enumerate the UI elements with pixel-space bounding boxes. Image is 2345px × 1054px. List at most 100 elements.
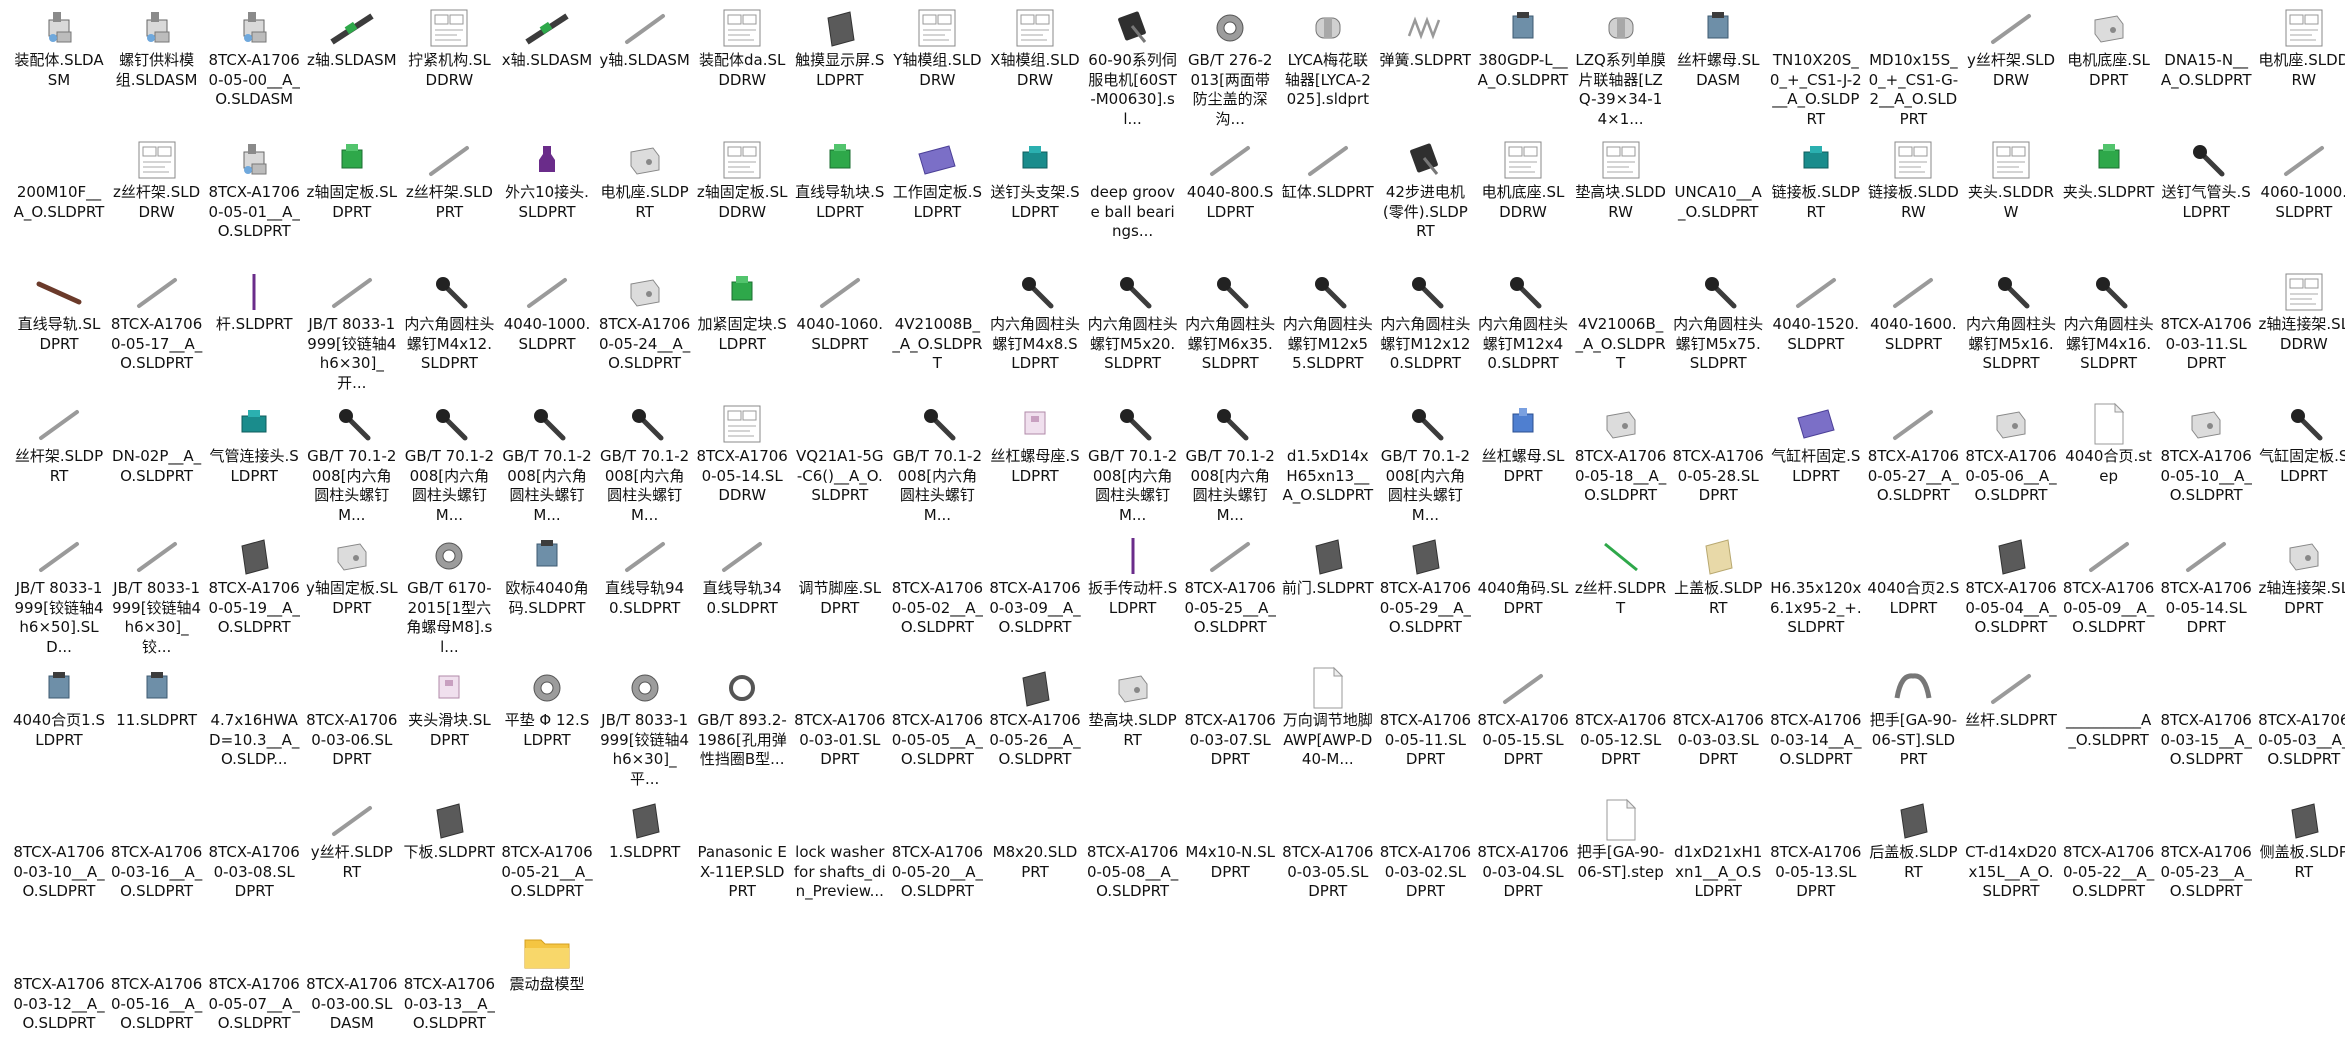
file-item[interactable]: 8TCX-A17060-05-01__A_O.SLDPRT xyxy=(208,136,300,262)
file-item[interactable]: 螺钉供料模组.SLDASM xyxy=(111,4,203,130)
file-item[interactable]: 8TCX-A17060-03-05.SLDPRT xyxy=(1282,796,1374,922)
file-item[interactable]: 4040-1600.SLDPRT xyxy=(1867,268,1959,394)
file-item[interactable]: 链接板.SLDDRW xyxy=(1867,136,1959,262)
file-item[interactable]: 外六10接头.SLDPRT xyxy=(501,136,593,262)
file-item[interactable]: 8TCX-A17060-05-20__A_O.SLDPRT xyxy=(891,796,983,922)
file-item[interactable]: 拧紧机构.SLDDRW xyxy=(403,4,495,130)
file-item[interactable]: MD10x15S_0_+_CS1-G-2__A_O.SLDPRT xyxy=(1867,4,1959,130)
file-item[interactable]: z丝杆架.SLDPRT xyxy=(403,136,495,262)
file-item[interactable]: 8TCX-A17060-05-29__A_O.SLDPRT xyxy=(1379,532,1471,658)
file-item[interactable]: 万向调节地脚AWP[AWP-D40-M... xyxy=(1282,664,1374,790)
file-item[interactable]: 8TCX-A17060-05-13.SLDPRT xyxy=(1770,796,1862,922)
file-item[interactable]: 直线导轨.SLDPRT xyxy=(13,268,105,394)
file-item[interactable]: 侧盖板.SLDPRT xyxy=(2258,796,2345,922)
file-item[interactable]: 8TCX-A17060-03-03.SLDPRT xyxy=(1672,664,1764,790)
file-item[interactable]: 气管连接头.SLDPRT xyxy=(208,400,300,526)
file-item[interactable]: 直线导轨940.SLDPRT xyxy=(599,532,691,658)
file-item[interactable]: 送钉头支架.SLDPRT xyxy=(989,136,1081,262)
file-item[interactable]: GB∕T 70.1-2008[内六角圆柱头螺钉M... xyxy=(306,400,398,526)
file-item[interactable]: 8TCX-A17060-05-04__A_O.SLDPRT xyxy=(1965,532,2057,658)
file-item[interactable]: d1xD21xH1xn1__A_O.SLDPRT xyxy=(1672,796,1764,922)
file-item[interactable]: 8TCX-A17060-05-14.SLDPRT xyxy=(2160,532,2252,658)
file-item[interactable]: 把手[GA-90-06-ST].SLDPRT xyxy=(1867,664,1959,790)
file-item[interactable]: 4040-1060.SLDPRT xyxy=(794,268,886,394)
file-item[interactable]: 8TCX-A17060-05-16__A_O.SLDPRT xyxy=(111,928,203,1054)
file-item[interactable]: d1.5xD14xH65xn13__A_O.SLDPRT xyxy=(1282,400,1374,526)
file-item[interactable]: 4040合页1.SLDPRT xyxy=(13,664,105,790)
file-item[interactable]: 弹簧.SLDPRT xyxy=(1379,4,1471,130)
file-item[interactable]: z丝杆.SLDPRT xyxy=(1575,532,1667,658)
file-item[interactable]: 8TCX-A17060-05-23__A_O.SLDPRT xyxy=(2160,796,2252,922)
file-item[interactable]: 42步进电机(零件).SLDPRT xyxy=(1379,136,1471,262)
file-item[interactable]: 气缸固定板.SLDPRT xyxy=(2258,400,2345,526)
file-item[interactable]: 8TCX-A17060-03-07.SLDPRT xyxy=(1184,664,1276,790)
file-item[interactable]: z丝杆架.SLDDRW xyxy=(111,136,203,262)
file-item[interactable]: y丝杆.SLDPRT xyxy=(306,796,398,922)
file-item[interactable]: y轴.SLDASM xyxy=(599,4,691,130)
file-item[interactable]: z轴连接架.SLDPRT xyxy=(2258,532,2345,658)
file-item[interactable]: DN-02P__A_O.SLDPRT xyxy=(111,400,203,526)
file-item[interactable]: 电机底座.SLDDRW xyxy=(1477,136,1569,262)
file-item[interactable]: 60-90系列伺服电机[60ST-M00630].sl... xyxy=(1087,4,1179,130)
file-item[interactable]: 8TCX-A17060-03-06.SLDPRT xyxy=(306,664,398,790)
file-item[interactable]: DNA15-N__A_O.SLDPRT xyxy=(2160,4,2252,130)
file-item[interactable]: 4040-1000.SLDPRT xyxy=(501,268,593,394)
file-item[interactable]: 垫高块.SLDDRW xyxy=(1575,136,1667,262)
file-item[interactable]: 8TCX-A17060-05-18__A_O.SLDPRT xyxy=(1575,400,1667,526)
file-item[interactable]: 链接板.SLDPRT xyxy=(1770,136,1862,262)
file-item[interactable]: 电机座.SLDDRW xyxy=(2258,4,2345,130)
file-item[interactable]: z轴固定板.SLDDRW xyxy=(696,136,788,262)
file-item[interactable]: JB∕T 8033-1999[铰链轴4h6×30]_铰... xyxy=(111,532,203,658)
file-item[interactable]: 电机底座.SLDPRT xyxy=(2063,4,2155,130)
file-item[interactable]: 8TCX-A17060-03-00.SLDASM xyxy=(306,928,398,1054)
file-item[interactable]: 送钉气管头.SLDPRT xyxy=(2160,136,2252,262)
file-item[interactable]: 8TCX-A17060-05-15.SLDPRT xyxy=(1477,664,1569,790)
file-item[interactable]: 调节脚座.SLDPRT xyxy=(794,532,886,658)
file-item[interactable]: deep groove ball bearings... xyxy=(1087,136,1179,262)
file-item[interactable]: JB∕T 8033-1999[铰链轴4h6×50].SLD... xyxy=(13,532,105,658)
file-item[interactable]: y轴固定板.SLDPRT xyxy=(306,532,398,658)
file-item[interactable]: VQ21A1-5G-C6()__A_O.SLDPRT xyxy=(794,400,886,526)
file-item[interactable]: 直线导轨块.SLDPRT xyxy=(794,136,886,262)
file-item[interactable]: 气缸杆固定.SLDPRT xyxy=(1770,400,1862,526)
file-item[interactable]: 8TCX-A17060-03-04.SLDPRT xyxy=(1477,796,1569,922)
file-item[interactable]: 8TCX-A17060-03-12__A_O.SLDPRT xyxy=(13,928,105,1054)
file-item[interactable]: z轴固定板.SLDPRT xyxy=(306,136,398,262)
file-item[interactable]: 装配体.SLDASM xyxy=(13,4,105,130)
file-item[interactable]: 4040角码.SLDPRT xyxy=(1477,532,1569,658)
file-item[interactable]: 200M10F__A_O.SLDPRT xyxy=(13,136,105,262)
file-item[interactable]: 11.SLDPRT xyxy=(111,664,203,790)
file-item[interactable]: 8TCX-A17060-03-01.SLDPRT xyxy=(794,664,886,790)
file-item[interactable]: 内六角圆柱头螺钉M12x40.SLDPRT xyxy=(1477,268,1569,394)
file-item[interactable]: 8TCX-A17060-05-11.SLDPRT xyxy=(1379,664,1471,790)
file-item[interactable]: 内六角圆柱头螺钉M4x12.SLDPRT xyxy=(403,268,495,394)
file-item[interactable]: 8TCX-A17060-03-13__A_O.SLDPRT xyxy=(403,928,495,1054)
file-item[interactable]: GB∕T 6170-2015[1型六角螺母M8].sl... xyxy=(403,532,495,658)
file-item[interactable]: 丝杆架.SLDPRT xyxy=(13,400,105,526)
file-item[interactable]: 电机座.SLDPRT xyxy=(599,136,691,262)
file-item[interactable]: 4060-1000.SLDPRT xyxy=(2258,136,2345,262)
file-item[interactable]: M8x20.SLDPRT xyxy=(989,796,1081,922)
file-item[interactable]: 丝杆.SLDPRT xyxy=(1965,664,2057,790)
file-item[interactable]: 8TCX-A17060-03-16__A_O.SLDPRT xyxy=(111,796,203,922)
file-item[interactable]: GB∕T 70.1-2008[内六角圆柱头螺钉M... xyxy=(891,400,983,526)
file-item[interactable]: UNCA10__A_O.SLDPRT xyxy=(1672,136,1764,262)
file-item[interactable]: X轴模组.SLDDRW xyxy=(989,4,1081,130)
file-item[interactable]: GB∕T 70.1-2008[内六角圆柱头螺钉M... xyxy=(501,400,593,526)
file-item[interactable]: 夹头滑块.SLDPRT xyxy=(403,664,495,790)
file-item[interactable]: 8TCX-A17060-05-03__A_O.SLDPRT xyxy=(2258,664,2345,790)
file-item[interactable]: 上盖板.SLDPRT xyxy=(1672,532,1764,658)
file-item[interactable]: 8TCX-A17060-05-25__A_O.SLDPRT xyxy=(1184,532,1276,658)
file-item[interactable]: lock washer for shafts_din_Preview... xyxy=(794,796,886,922)
file-item[interactable]: 8TCX-A17060-05-21__A_O.SLDPRT xyxy=(501,796,593,922)
file-item[interactable]: 装配体da.SLDDRW xyxy=(696,4,788,130)
file-item[interactable]: 内六角圆柱头螺钉M4x8.SLDPRT xyxy=(989,268,1081,394)
file-item[interactable]: 8TCX-A17060-05-05__A_O.SLDPRT xyxy=(891,664,983,790)
file-item[interactable]: 丝杠螺母座.SLDPRT xyxy=(989,400,1081,526)
file-item[interactable]: 8TCX-A17060-05-24__A_O.SLDPRT xyxy=(599,268,691,394)
file-item[interactable]: 4040-800.SLDPRT xyxy=(1184,136,1276,262)
file-item[interactable]: GB∕T 70.1-2008[内六角圆柱头螺钉M... xyxy=(1087,400,1179,526)
file-item[interactable]: 4V21006B__A_O.SLDPRT xyxy=(1575,268,1667,394)
file-item[interactable]: 8TCX-A17060-05-00__A_O.SLDASM xyxy=(208,4,300,130)
file-item[interactable]: 扳手传动杆.SLDPRT xyxy=(1087,532,1179,658)
